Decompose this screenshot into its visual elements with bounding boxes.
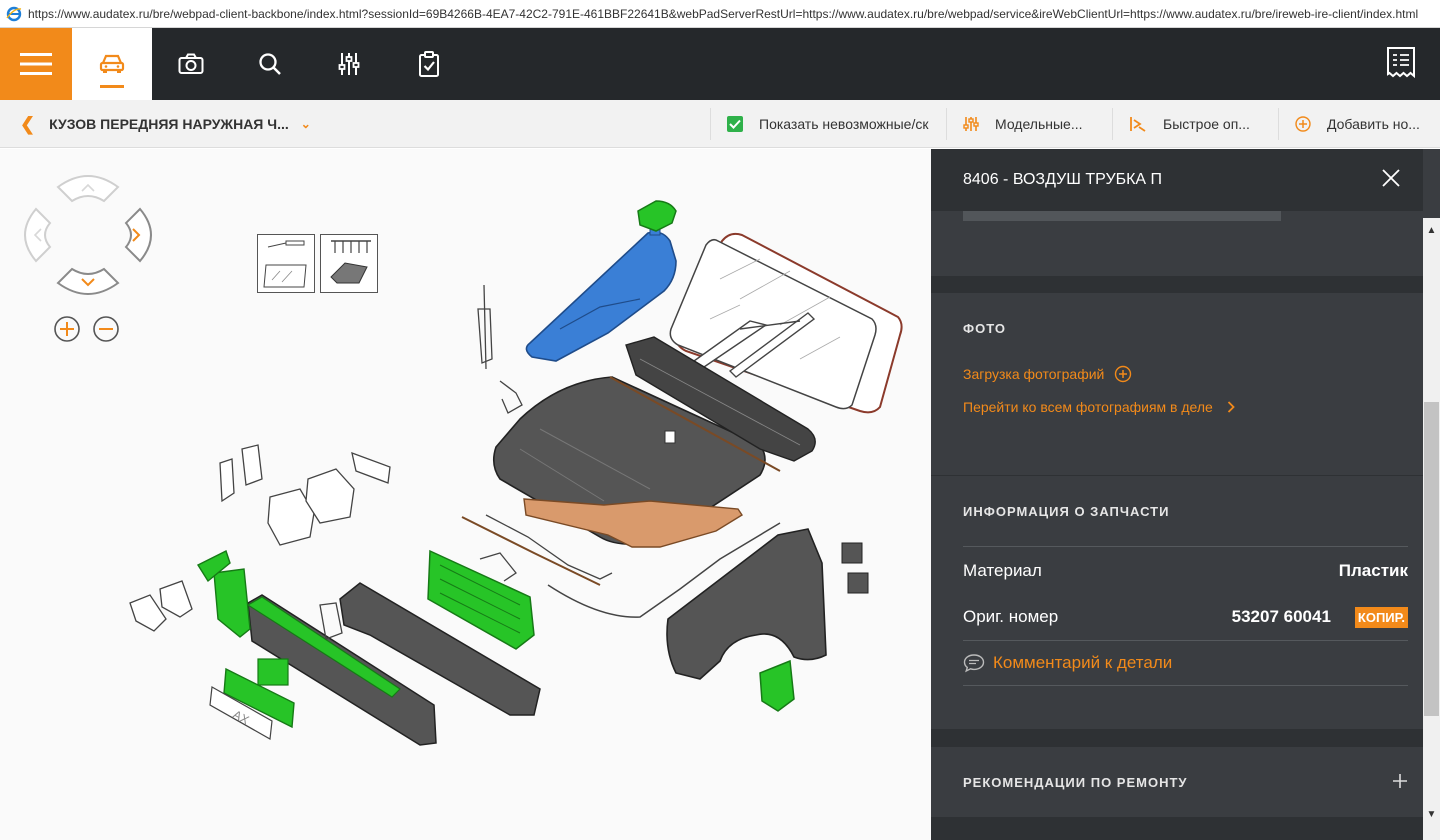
upload-photos-link[interactable]: Загрузка фотографий bbox=[963, 365, 1132, 383]
quick-operation-button[interactable]: Быстрое оп... bbox=[1112, 108, 1278, 140]
mud-flap-part[interactable] bbox=[759, 659, 795, 712]
plus-circle-icon bbox=[1295, 116, 1311, 132]
plug-part[interactable] bbox=[841, 542, 863, 564]
search-tab[interactable] bbox=[230, 28, 310, 100]
quick-action-icon bbox=[1129, 116, 1147, 132]
url-text: https://www.audatex.ru/bre/webpad-client… bbox=[28, 6, 1419, 21]
material-row: Материал Пластик bbox=[963, 546, 1408, 594]
search-icon bbox=[259, 53, 281, 75]
clipboard-check-icon bbox=[419, 51, 439, 77]
all-photos-label: Перейти ко всем фотографиям в деле bbox=[963, 399, 1213, 415]
close-icon[interactable] bbox=[1382, 169, 1400, 187]
model-options-label: Модельные... bbox=[995, 116, 1083, 132]
parts-diagram-canvas[interactable]: AX bbox=[0, 149, 931, 840]
orig-number-row: Ориг. номер 53207 60041 КОПИР. bbox=[963, 594, 1408, 640]
chevron-right-icon bbox=[1227, 401, 1235, 413]
part-info-heading: ИНФОРМАЦИЯ О ЗАПЧАСТИ bbox=[963, 504, 1170, 519]
browser-icon bbox=[6, 6, 22, 21]
sliders-icon bbox=[338, 53, 360, 75]
add-new-label: Добавить но... bbox=[1327, 116, 1420, 132]
image-placeholder bbox=[963, 211, 1281, 221]
exploded-parts-drawing[interactable]: AX bbox=[0, 149, 931, 840]
model-options-button[interactable]: Модельные... bbox=[946, 108, 1112, 140]
checklist-tab[interactable] bbox=[389, 28, 469, 100]
toolbar: ❮ КУЗОВ ПЕРЕДНЯЯ НАРУЖНАЯ Ч... ⌄ Показат… bbox=[0, 100, 1440, 148]
show-impossible-toggle[interactable]: Показать невозможные/ск bbox=[710, 108, 946, 140]
car-icon bbox=[99, 54, 125, 73]
plus-circle-icon bbox=[1115, 365, 1132, 383]
material-value: Пластик bbox=[1338, 560, 1408, 580]
sliders-icon bbox=[963, 116, 979, 132]
photo-section: ФОТО Загрузка фотографий Перейти ко всем… bbox=[931, 293, 1423, 475]
settings-tab[interactable] bbox=[309, 28, 389, 100]
repair-section[interactable]: РЕКОМЕНДАЦИИ ПО РЕМОНТУ bbox=[931, 747, 1423, 817]
material-label: Материал bbox=[963, 560, 1042, 580]
camera-tab[interactable] bbox=[151, 28, 231, 100]
repair-heading: РЕКОМЕНДАЦИИ ПО РЕМОНТУ bbox=[963, 775, 1188, 790]
receipt-button[interactable] bbox=[1386, 46, 1416, 85]
comment-label: Комментарий к детали bbox=[993, 653, 1173, 672]
fender-part[interactable] bbox=[666, 528, 827, 680]
section-divider bbox=[931, 276, 1423, 293]
panel-title: 8406 - ВОЗДУШ ТРУБКА П bbox=[963, 171, 1163, 188]
plus-icon[interactable] bbox=[1393, 774, 1407, 788]
scrollbar-thumb[interactable] bbox=[1424, 402, 1439, 716]
comment-icon bbox=[963, 654, 985, 673]
camera-icon bbox=[178, 53, 204, 74]
menu-button[interactable] bbox=[0, 28, 72, 100]
panel-header: 8406 - ВОЗДУШ ТРУБКА П bbox=[931, 149, 1423, 211]
snorkel-cap-part[interactable] bbox=[637, 200, 677, 232]
chevron-down-icon[interactable]: ⌄ bbox=[301, 117, 311, 131]
bracket-part[interactable] bbox=[213, 568, 251, 638]
part-detail-panel: 8406 - ВОЗДУШ ТРУБКА П ФОТО Загрузка фот… bbox=[931, 149, 1440, 840]
address-bar[interactable]: https://www.audatex.ru/bre/webpad-client… bbox=[0, 0, 1440, 28]
plug-part[interactable] bbox=[847, 572, 869, 594]
vehicle-tab[interactable] bbox=[72, 28, 152, 100]
breadcrumb[interactable]: ❮ КУЗОВ ПЕРЕДНЯЯ НАРУЖНАЯ Ч... ⌄ bbox=[20, 100, 311, 148]
quick-operation-label: Быстрое оп... bbox=[1163, 116, 1250, 132]
scroll-up-icon[interactable]: ▲ bbox=[1423, 222, 1440, 239]
upload-photos-label: Загрузка фотографий bbox=[963, 366, 1105, 382]
menu-icon bbox=[20, 53, 52, 75]
show-impossible-label: Показать невозможные/ск bbox=[759, 116, 929, 132]
bracket-part[interactable] bbox=[257, 658, 289, 686]
orig-number-value: 53207 60041 bbox=[1231, 607, 1331, 626]
part-info-section: ИНФОРМАЦИЯ О ЗАПЧАСТИ Материал Пластик О… bbox=[931, 476, 1423, 746]
top-nav bbox=[0, 28, 1440, 100]
photo-heading: ФОТО bbox=[963, 321, 1006, 336]
orig-number-label: Ориг. номер bbox=[963, 607, 1059, 626]
orig-number-group: 53207 60041 КОПИР. bbox=[1231, 606, 1408, 628]
comment-row[interactable]: Комментарий к детали bbox=[963, 640, 1408, 686]
hood-insulation-part[interactable] bbox=[523, 498, 743, 548]
scroll-down-icon[interactable]: ▼ bbox=[1423, 806, 1440, 823]
all-photos-link[interactable]: Перейти ко всем фотографиям в деле bbox=[963, 399, 1235, 415]
section-divider bbox=[931, 817, 1423, 840]
copy-button[interactable]: КОПИР. bbox=[1354, 606, 1408, 628]
checkbox-checked-icon[interactable] bbox=[727, 116, 743, 132]
breadcrumb-label: КУЗОВ ПЕРЕДНЯЯ НАРУЖНАЯ Ч... bbox=[49, 116, 289, 132]
chevron-left-icon[interactable]: ❮ bbox=[20, 114, 35, 135]
receipt-icon bbox=[1387, 47, 1415, 79]
add-new-button[interactable]: Добавить но... bbox=[1278, 108, 1440, 140]
section-divider bbox=[931, 729, 1423, 747]
